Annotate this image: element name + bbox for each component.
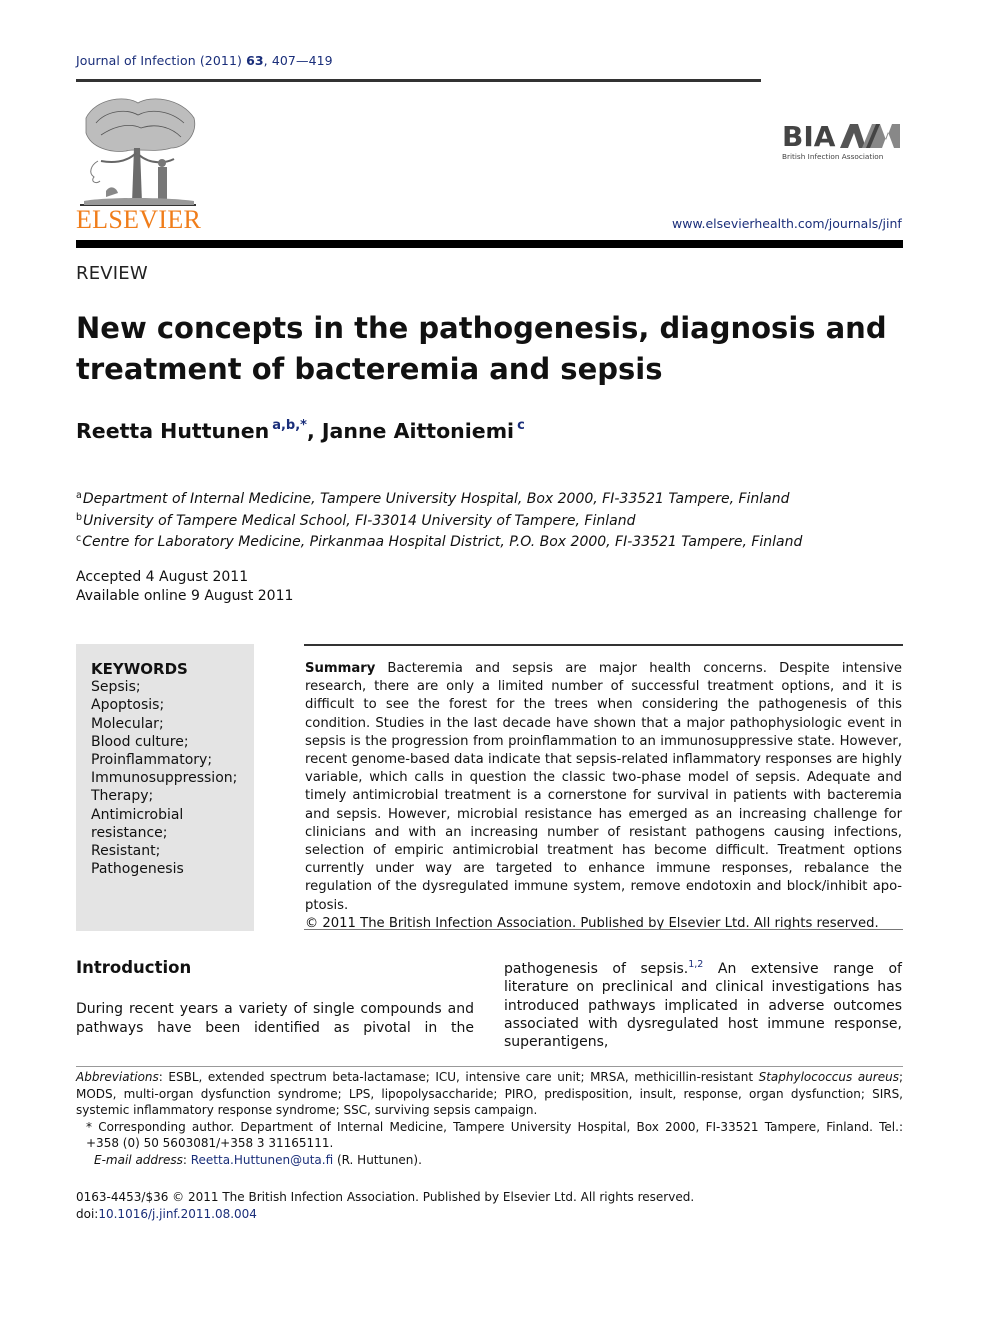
email-suffix: (R. Huttunen).	[333, 1152, 422, 1167]
title-line-2: treatment of bacteremia and sepsis	[76, 352, 663, 386]
journal-name: Journal of Infection (2011)	[76, 53, 247, 68]
abstract-text: Bacteremia and sepsis are major health c…	[305, 661, 902, 913]
abbreviations-label: Abbreviations	[76, 1070, 159, 1084]
citation-link[interactable]: 1,2	[688, 959, 703, 970]
email-note: E-mail address: Reetta.Huttunen@uta.fi (…	[94, 1152, 422, 1167]
keyword-item: Resistant;	[91, 843, 161, 860]
email-label: E-mail address	[94, 1152, 183, 1167]
affiliation-mark: c	[76, 533, 82, 544]
intro-text: pathogenesis of sepsis.	[504, 961, 689, 977]
keyword-item: Sepsis;	[91, 679, 141, 696]
issn-doi-block: 0163-4453/$36 © 2011 The British Infecti…	[76, 1189, 694, 1223]
keyword-item: Apoptosis;	[91, 697, 165, 714]
article-title: New concepts in the pathogenesis, diagno…	[76, 308, 896, 390]
author-affiliation-marks[interactable]: c	[517, 418, 525, 433]
keyword-item: Proinflammatory;	[91, 752, 213, 769]
keyword-item: Pathogenesis	[91, 861, 184, 878]
affiliation-text: University of Tampere Medical School, FI…	[83, 512, 636, 529]
keyword-item: resistance;	[91, 824, 168, 841]
journal-volume: 63	[246, 53, 264, 68]
affiliation-mark: b	[76, 511, 83, 523]
journal-pages: , 407—419	[263, 53, 333, 68]
journal-citation[interactable]: Journal of Infection (2011) 63, 407—419	[76, 53, 333, 68]
affiliations: aDepartment of Internal Medicine, Tamper…	[76, 487, 802, 552]
affiliation-item: aDepartment of Internal Medicine, Tamper…	[76, 487, 802, 509]
keyword-item: Molecular;	[91, 715, 164, 732]
bia-logo-letters: BIA	[782, 120, 836, 153]
keyword-item: Blood culture;	[91, 733, 189, 750]
bia-society-name: British Infection Association	[782, 152, 883, 161]
footnotes: Abbreviations: ESBL, extended spectrum b…	[76, 1069, 903, 1169]
journal-url-link[interactable]: www.elsevierhealth.com/journals/jinf	[672, 216, 902, 231]
affiliation-text: Centre for Laboratory Medicine, Pirkanma…	[82, 534, 803, 550]
keyword-item: Therapy;	[91, 788, 154, 805]
doi-link[interactable]: 10.1016/j.jinf.2011.08.004	[98, 1207, 257, 1221]
keyword-item: Immunosuppression;	[91, 770, 238, 787]
species-name: Staphylococcus aureus	[758, 1070, 899, 1084]
abbreviations-note: Abbreviations: ESBL, extended spectrum b…	[76, 1069, 903, 1119]
accepted-date: Accepted 4 August 2011	[76, 569, 249, 585]
email-link[interactable]: Reetta.Huttunen@uta.fi	[191, 1153, 333, 1167]
corresponding-author-note: * Corresponding author. Department of In…	[86, 1119, 903, 1151]
keyword-item: Antimicrobial	[91, 806, 184, 823]
article-dates: Accepted 4 August 2011 Available online …	[76, 568, 293, 606]
available-online-date: Available online 9 August 2011	[76, 588, 294, 604]
elsevier-logo-text: ELSEVIER	[76, 205, 202, 234]
abstract-copyright: © 2011 The British Infection Association…	[305, 915, 879, 931]
affiliation-item: bUniversity of Tampere Medical School, F…	[76, 509, 802, 531]
keywords-list: KEYWORDS Sepsis; Apoptosis; Molecular; B…	[91, 660, 237, 878]
section-heading-introduction: Introduction	[76, 958, 192, 977]
footnote-rule	[76, 1066, 903, 1067]
abstract-bottom-rule	[304, 929, 903, 930]
introduction-text-right: pathogenesis of sepsis.1,2 An extensive …	[504, 956, 902, 1051]
author-separator: ,	[306, 419, 322, 443]
abstract-label: Summary	[305, 661, 376, 676]
header-rule	[76, 79, 761, 82]
author-name: Janne Aittoniemi	[321, 419, 515, 443]
affiliation-mark: a	[76, 490, 82, 501]
author-list: Reetta Huttunen a,b,*, Janne Aittoniemi c	[76, 418, 525, 443]
header-thick-rule	[76, 240, 903, 248]
affiliation-text: Department of Internal Medicine, Tampere…	[82, 491, 790, 507]
article-type: REVIEW	[76, 263, 148, 284]
bia-society-logo: BIA British Infection Association	[782, 120, 900, 161]
doi-label: doi:	[76, 1207, 99, 1221]
issn-line: 0163-4453/$36 © 2011 The British Infecti…	[76, 1190, 695, 1204]
doi-line: doi:10.1016/j.jinf.2011.08.004	[76, 1206, 694, 1223]
abbreviations-text: : ESBL, extended spectrum beta-lactamase…	[158, 1070, 759, 1084]
author-name: Reetta Huttunen	[76, 419, 270, 443]
affiliation-item: cCentre for Laboratory Medicine, Pirkanm…	[76, 530, 802, 552]
author-affiliation-marks[interactable]: a,b,*	[272, 418, 307, 433]
abstract: Summary Bacteremia and sepsis are major h…	[305, 660, 902, 933]
abstract-top-rule	[304, 644, 903, 646]
title-line-1: New concepts in the pathogenesis, diagno…	[76, 311, 887, 345]
keywords-title: KEYWORDS	[91, 660, 188, 678]
introduction-text-left: During recent years a variety of single …	[76, 1001, 474, 1036]
